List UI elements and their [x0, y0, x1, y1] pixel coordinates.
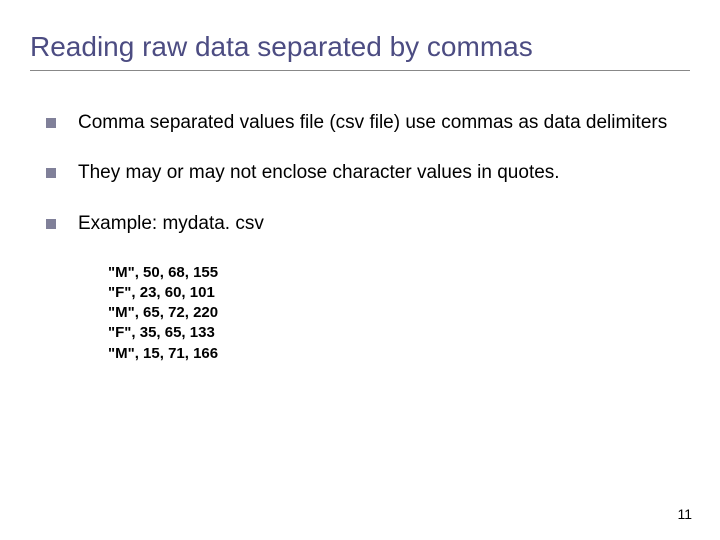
data-line: "F", 23, 60, 101 — [108, 283, 690, 303]
list-item: Comma separated values file (csv file) u… — [46, 111, 690, 136]
bullet-text: Comma separated values file (csv file) u… — [78, 111, 690, 136]
slide: Reading raw data separated by commas Com… — [0, 0, 720, 540]
bullet-text: Example: mydata. csv — [78, 212, 690, 237]
data-line: "M", 50, 68, 155 — [108, 263, 690, 283]
bullet-text: They may or may not enclose character va… — [78, 161, 690, 186]
square-bullet-icon — [46, 168, 56, 178]
data-line: "M", 15, 71, 166 — [108, 344, 690, 364]
slide-title: Reading raw data separated by commas — [30, 30, 690, 64]
square-bullet-icon — [46, 118, 56, 128]
page-number: 11 — [677, 506, 692, 522]
title-rule — [30, 70, 690, 71]
list-item: Example: mydata. csv — [46, 212, 690, 237]
example-data-block: "M", 50, 68, 155 "F", 23, 60, 101 "M", 6… — [108, 263, 690, 364]
bullet-list: Comma separated values file (csv file) u… — [46, 111, 690, 237]
list-item: They may or may not enclose character va… — [46, 161, 690, 186]
data-line: "M", 65, 72, 220 — [108, 303, 690, 323]
data-line: "F", 35, 65, 133 — [108, 323, 690, 343]
square-bullet-icon — [46, 219, 56, 229]
